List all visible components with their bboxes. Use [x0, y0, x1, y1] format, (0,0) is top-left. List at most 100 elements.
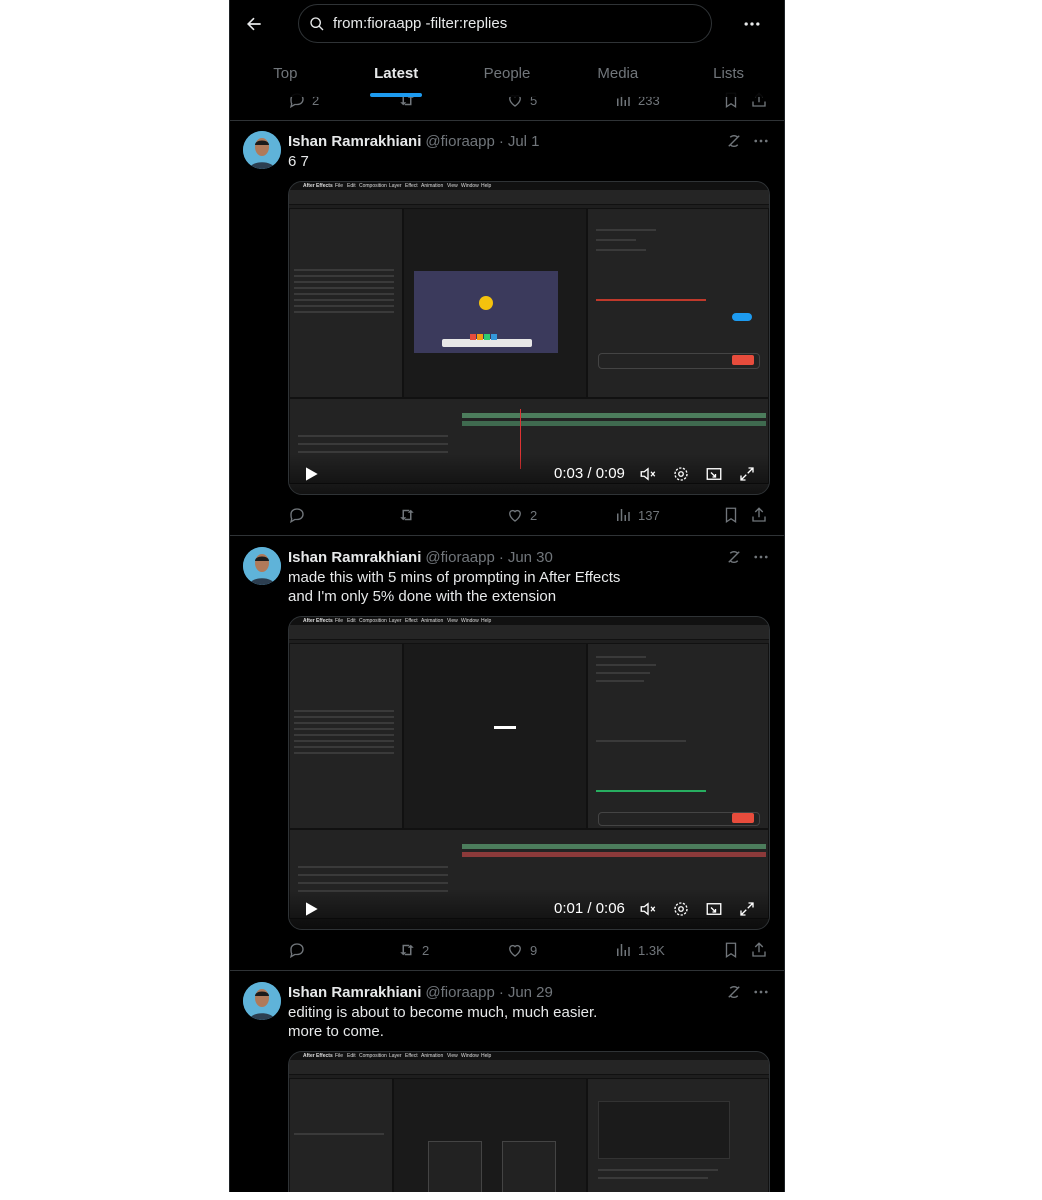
menu-label: Effect [405, 183, 418, 189]
bookmark-icon [725, 507, 737, 524]
panel-row [294, 311, 394, 313]
author-name[interactable]: Ishan Ramrakhiani [288, 984, 421, 1001]
views-button[interactable]: 137 [614, 506, 660, 524]
tweet[interactable]: Ishan Ramrakhiani @fioraapp · Jun 29 edi… [230, 971, 784, 1192]
menu-label: Edit [347, 618, 356, 624]
tab-top[interactable]: Top [230, 50, 341, 97]
like-count: 2 [530, 507, 538, 523]
video-controls: 0:03 / 0:09 [289, 454, 769, 494]
debug-button [732, 813, 754, 823]
video-time: 0:03 / 0:09 [554, 465, 625, 482]
avatar[interactable] [243, 131, 281, 169]
panel-row [294, 293, 394, 295]
settings-icon[interactable] [672, 465, 690, 483]
tweet[interactable]: Ishan Ramrakhiani @fioraapp · Jun 30 mad… [230, 536, 784, 971]
more-icon[interactable] [752, 548, 770, 566]
settings-icon[interactable] [672, 900, 690, 918]
picture-in-picture-icon[interactable] [705, 465, 723, 483]
views-count: 137 [638, 507, 660, 523]
grok-icon[interactable] [725, 548, 743, 566]
menu-label: File [335, 618, 344, 624]
search-input[interactable] [331, 14, 695, 33]
menu-label: After Effects [303, 183, 333, 189]
tab-latest[interactable]: Latest [341, 50, 452, 97]
views-button[interactable]: 1.3K [614, 941, 665, 959]
panel-row [294, 287, 394, 289]
play-icon[interactable] [301, 464, 321, 484]
layer-bar [462, 852, 766, 857]
chat-line [596, 229, 656, 231]
avatar[interactable] [243, 547, 281, 585]
like-button[interactable]: 2 [506, 506, 537, 524]
panel-row [294, 710, 394, 712]
screenshot-menubar: After Effects File Edit Composition Laye… [289, 617, 769, 625]
back-button[interactable] [238, 8, 270, 40]
avatar[interactable] [243, 982, 281, 1020]
menu-label: Effect [405, 1053, 418, 1059]
tab-people[interactable]: People [452, 50, 563, 97]
views-icon [617, 944, 630, 956]
menu-label: Help [481, 1053, 492, 1059]
retweet-count: 2 [422, 942, 430, 958]
video-player[interactable]: After Effects File Edit Composition Laye… [288, 616, 770, 930]
tab-media[interactable]: Media [562, 50, 673, 97]
dock-tile [470, 334, 476, 340]
tweet-header: Ishan Ramrakhiani @fioraapp · Jun 30 [288, 547, 553, 567]
tweet-header: Ishan Ramrakhiani @fioraapp · Jun 29 [288, 982, 553, 1002]
panel-row [294, 746, 394, 748]
like-button[interactable]: 9 [506, 941, 537, 959]
composition-panel [393, 1078, 587, 1192]
menu-label: File [335, 183, 344, 189]
author-name[interactable]: Ishan Ramrakhiani [288, 133, 421, 150]
video-player[interactable]: After Effects File Edit Composition Laye… [288, 1051, 770, 1192]
search-bar[interactable] [298, 4, 712, 43]
menu-label: Layer [389, 183, 402, 189]
menu-label: File [335, 1053, 344, 1059]
author-handle[interactable]: @fioraapp [425, 549, 494, 566]
grok-icon[interactable] [725, 132, 743, 150]
heart-icon [509, 944, 521, 957]
picture-in-picture-icon[interactable] [705, 900, 723, 918]
author-name[interactable]: Ishan Ramrakhiani [288, 549, 421, 566]
bookmark-button[interactable] [722, 506, 740, 524]
mute-icon[interactable] [639, 900, 657, 918]
tweet-date[interactable]: Jun 29 [508, 984, 553, 1001]
fullscreen-icon[interactable] [738, 465, 756, 483]
reply-button[interactable] [288, 506, 312, 524]
video-player[interactable]: After Effects File Edit Composition Laye… [288, 181, 770, 495]
back-arrow-icon [247, 17, 261, 31]
ai-chat-panel [587, 208, 769, 398]
more-icon[interactable] [752, 983, 770, 1001]
dock-bar [442, 339, 532, 347]
profile-photo-icon [243, 131, 281, 169]
tweet-date[interactable]: Jun 30 [508, 549, 553, 566]
separator-dot: · [498, 983, 504, 1001]
retweet-button[interactable] [398, 506, 422, 524]
mute-icon[interactable] [639, 465, 657, 483]
timeline-row [298, 435, 448, 437]
separator-dot: · [498, 132, 504, 150]
grok-icon[interactable] [725, 983, 743, 1001]
more-options-button[interactable] [736, 8, 768, 40]
more-icon[interactable] [752, 132, 770, 150]
active-tab-indicator [370, 93, 423, 97]
tweet-date[interactable]: Jul 1 [508, 133, 540, 150]
retweet-button[interactable]: 2 [398, 941, 429, 959]
share-button[interactable] [750, 941, 768, 959]
reply-button[interactable] [288, 941, 312, 959]
author-handle[interactable]: @fioraapp [425, 133, 494, 150]
bookmark-button[interactable] [722, 941, 740, 959]
dock-tile [484, 334, 490, 340]
play-icon[interactable] [301, 899, 321, 919]
menu-label: Help [481, 183, 492, 189]
tweet[interactable]: Ishan Ramrakhiani @fioraapp · Jul 1 6 7 … [230, 120, 784, 536]
menu-label: Edit [347, 183, 356, 189]
panel-row [294, 1133, 384, 1135]
menu-label: Window [461, 618, 479, 624]
tab-lists[interactable]: Lists [673, 50, 784, 97]
menu-label: After Effects [303, 1053, 333, 1059]
fullscreen-icon[interactable] [738, 900, 756, 918]
share-button[interactable] [750, 506, 768, 524]
author-handle[interactable]: @fioraapp [425, 984, 494, 1001]
profile-photo-icon [243, 982, 281, 1020]
